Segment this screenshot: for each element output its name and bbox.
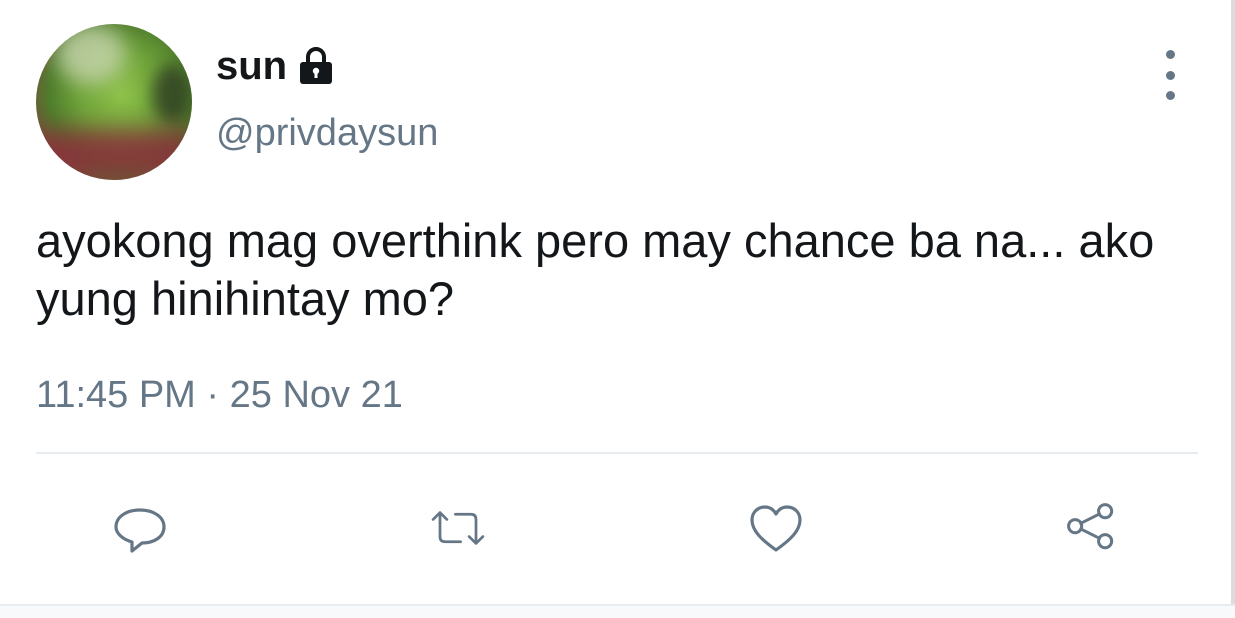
user-name-row[interactable]: sun	[216, 42, 335, 90]
scrollbar-edge	[1231, 0, 1235, 618]
share-icon	[1067, 503, 1114, 550]
tweet-time: 11:45 PM	[36, 374, 196, 416]
timestamp-separator: ·	[206, 374, 230, 416]
reply-icon	[114, 508, 166, 553]
retweet-button[interactable]	[428, 500, 488, 556]
retweet-icon	[431, 511, 485, 545]
tweet-date: 25 Nov 21	[229, 374, 403, 416]
tweet-text: ayokong mag overthink pero may chance ba…	[36, 214, 1155, 325]
divider	[36, 452, 1198, 454]
tweet-detail: sun @privdaysun ayokong mag overthink pe…	[0, 0, 1235, 618]
more-options-button[interactable]	[1150, 50, 1190, 100]
like-button[interactable]	[746, 500, 806, 556]
heart-icon	[750, 505, 802, 552]
lock-icon	[297, 46, 335, 86]
reply-button[interactable]	[110, 500, 170, 556]
user-handle[interactable]: @privdaysun	[216, 110, 438, 156]
display-name: sun	[216, 44, 288, 88]
share-button[interactable]	[1062, 500, 1122, 556]
tweet-timestamp[interactable]: 11:45 PM · 25 Nov 21	[36, 372, 403, 418]
avatar[interactable]	[36, 24, 192, 180]
more-vertical-icon	[1165, 50, 1175, 59]
bottom-edge	[0, 604, 1235, 618]
